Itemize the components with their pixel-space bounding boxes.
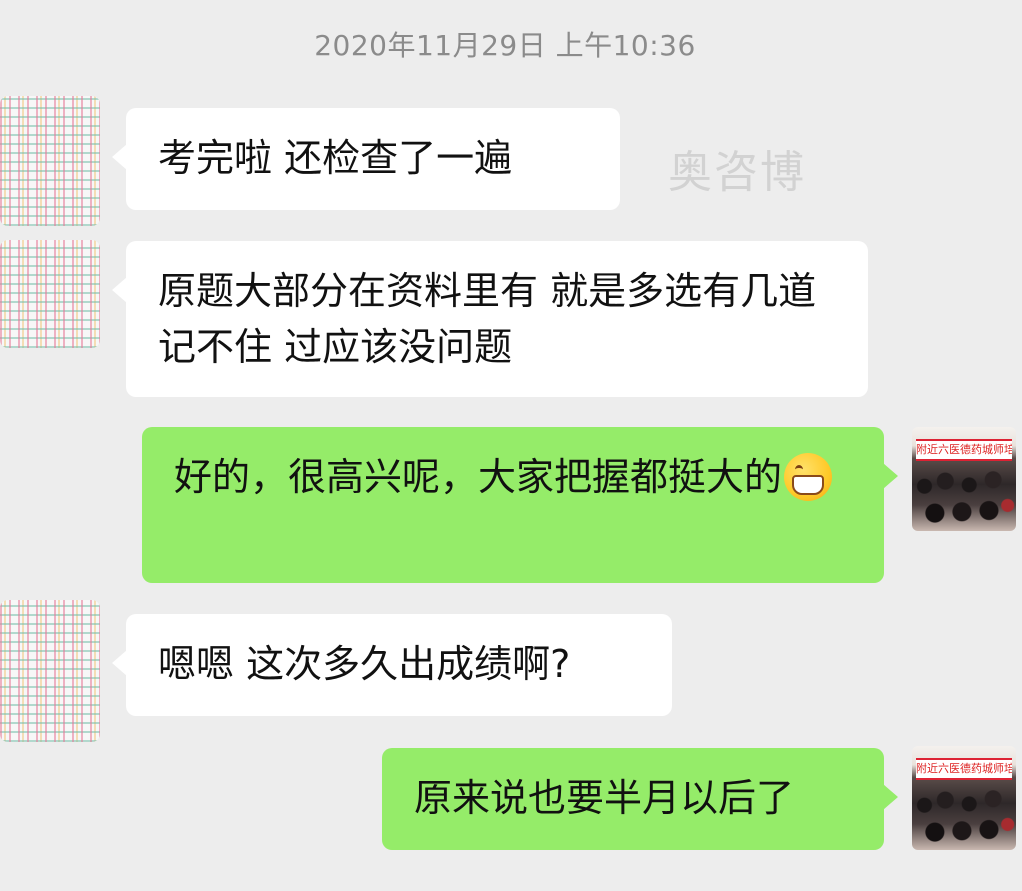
- message-text: 原题大部分在资料里有 就是多选有几道记不住 过应该没问题: [158, 269, 817, 369]
- avatar-crowd-image: [912, 467, 1016, 531]
- chat-timestamp: 2020年11月29日 上午10:36: [314, 29, 696, 62]
- contact-avatar[interactable]: [0, 240, 100, 348]
- message-bubble-incoming[interactable]: 原题大部分在资料里有 就是多选有几道记不住 过应该没问题: [112, 241, 868, 397]
- message-bubble-outgoing[interactable]: 原来说也要半月以后了: [382, 748, 898, 850]
- message-bubble-outgoing[interactable]: 好的，很高兴呢，大家把握都挺大的: [142, 427, 898, 583]
- message-text: 考完啦 还检查了一遍: [158, 136, 513, 180]
- my-avatar[interactable]: 附近六医德药城师培训: [912, 427, 1016, 531]
- avatar-banner: 附近六医德药城师培训: [916, 758, 1012, 780]
- my-avatar[interactable]: 附近六医德药城师培训: [912, 746, 1016, 850]
- grin-emoji-icon: [784, 452, 833, 501]
- message-text: 原来说也要半月以后了: [414, 776, 795, 820]
- message-text: 嗯嗯 这次多久出成绩啊?: [158, 642, 571, 686]
- message-bubble-incoming[interactable]: 考完啦 还检查了一遍: [112, 108, 620, 210]
- message-bubble-incoming[interactable]: 嗯嗯 这次多久出成绩啊?: [112, 614, 672, 716]
- avatar-banner: 附近六医德药城师培训: [916, 439, 1012, 461]
- contact-avatar[interactable]: [0, 96, 100, 226]
- message-text: 好的，很高兴呢，大家把握都挺大的: [174, 455, 783, 499]
- avatar-crowd-image: [912, 786, 1016, 850]
- contact-avatar[interactable]: [0, 600, 100, 742]
- watermark: 奥咨博: [668, 147, 806, 198]
